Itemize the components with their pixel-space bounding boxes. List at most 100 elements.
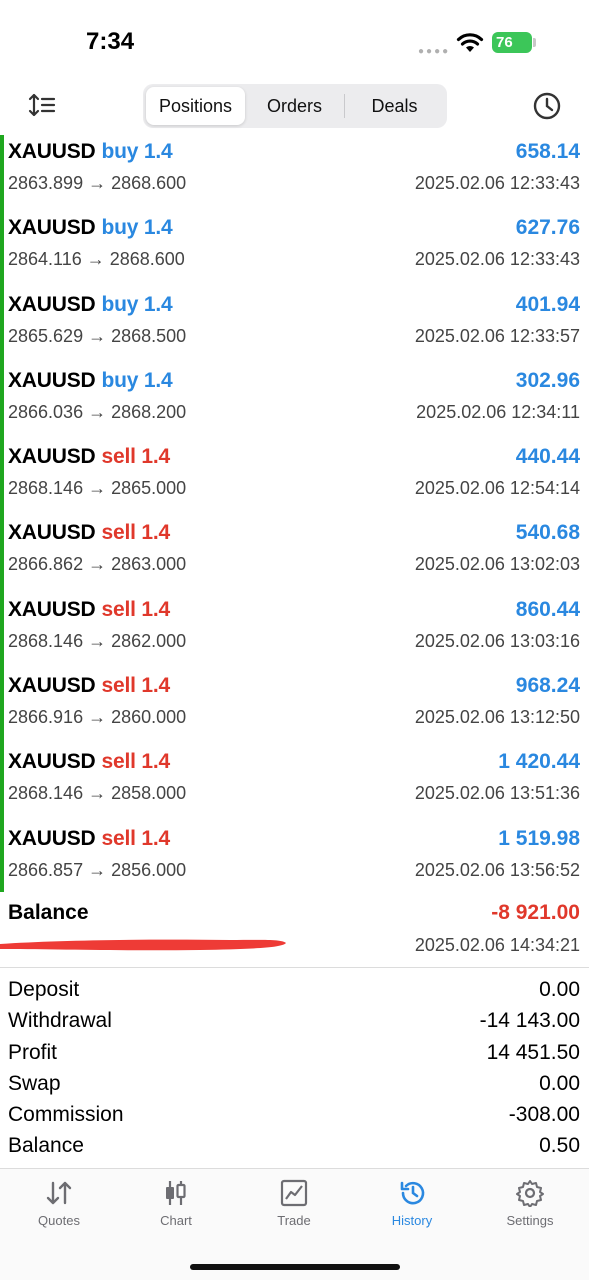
deal-prices: 2866.857 → 2856.000 (8, 859, 187, 880)
tab-deals[interactable]: Deals (345, 87, 444, 125)
summary-value: 0.00 (539, 1071, 580, 1095)
status-bar: 7:34 ●●●● 76 (0, 0, 589, 80)
home-indicator (190, 1264, 400, 1270)
deal-prices: 2868.146 → 2858.000 (8, 783, 187, 804)
deal-symbol-text: XAUUSD (8, 674, 96, 698)
tab-history-label: History (391, 1213, 433, 1228)
deal-symbol: XAUUSD buy 1.4 (8, 293, 173, 317)
summary-row: Deposit 0.00 (0, 975, 589, 1006)
tab-quotes-label: Quotes (38, 1213, 80, 1228)
deal-row[interactable]: XAUUSD sell 1.4 2866.862 → 2863.000 540.68 2… (0, 516, 589, 592)
deal-profit: 401.94 (515, 292, 580, 316)
deal-row[interactable]: XAUUSD sell 1.4 2866.916 → 2860.000 968.24 2… (0, 669, 589, 745)
deal-profit: 1 519.98 (498, 826, 580, 850)
deal-date: 2025.02.06 12:33:57 (414, 325, 580, 346)
wifi-icon (456, 33, 484, 52)
deal-profit: 968.24 (515, 674, 580, 698)
tab-chart-label: Chart (160, 1213, 192, 1228)
deal-profit: 302.96 (515, 368, 580, 392)
battery-level: 76 (496, 34, 513, 51)
balance-entry-label: Balance (8, 901, 89, 924)
deal-row[interactable]: XAUUSD sell 1.4 2868.146 → 2865.000 440.44 2… (0, 440, 589, 516)
deal-profit: 440.44 (515, 445, 580, 469)
tab-orders[interactable]: Orders (245, 87, 344, 125)
summary-value: -14 143.00 (479, 1009, 580, 1033)
balance-entry-value: -8 921.00 (491, 901, 580, 924)
deal-date: 2025.02.06 13:56:52 (414, 859, 580, 880)
deal-row[interactable]: XAUUSD buy 1.4 2866.036 → 2868.200 302.96 20… (0, 364, 589, 440)
deal-prices: 2866.036 → 2868.200 (8, 401, 187, 422)
summary-value: -308.00 (508, 1103, 580, 1127)
deal-row[interactable]: XAUUSD sell 1.4 2868.146 → 2862.000 860.44 2… (0, 593, 589, 669)
tab-history[interactable]: History (362, 1179, 462, 1239)
history-icon (400, 1181, 425, 1205)
deal-symbol-text: XAUUSD (8, 445, 96, 469)
deal-profit: 860.44 (515, 597, 580, 621)
deal-symbol-text: XAUUSD (8, 750, 96, 774)
deal-row[interactable]: XAUUSD sell 1.4 2866.857 → 2856.000 1 519.9… (0, 822, 589, 898)
deal-date: 2025.02.06 12:33:43 (414, 249, 580, 270)
battery-cap (533, 38, 536, 47)
deal-row[interactable]: XAUUSD buy 1.4 2865.629 → 2868.500 401.94 20… (0, 288, 589, 364)
deal-row[interactable]: XAUUSD buy 1.4 2864.116 → 2868.600 627.76 20… (0, 211, 589, 287)
summary-row: Commission -308.00 (0, 1100, 589, 1131)
summary-label: Deposit (8, 978, 80, 1001)
deal-symbol-text: XAUUSD (8, 140, 96, 163)
deal-symbol: XAUUSD sell 1.4 (8, 598, 170, 622)
tab-trade-label: Trade (277, 1213, 311, 1228)
deal-profit: 1 420.44 (498, 750, 580, 774)
deal-date: 2025.02.06 12:54:14 (414, 478, 580, 499)
balance-entry-date: 2025.02.06 14:34:21 (414, 935, 580, 955)
sort-icon[interactable] (28, 92, 58, 118)
tab-settings[interactable]: Settings (480, 1179, 580, 1239)
divider (0, 967, 589, 968)
deal-date: 2025.02.06 13:02:03 (414, 554, 580, 575)
deal-symbol-text: XAUUSD (8, 826, 96, 850)
deal-prices: 2864.116 → 2868.600 (8, 249, 185, 270)
deals-list: XAUUSD buy 1.4 2863.899 → 2868.600 658.14 20… (0, 135, 589, 898)
summary-row: Balance 0.50 (0, 1131, 589, 1162)
deal-prices: 2866.862 → 2863.000 (8, 554, 187, 575)
summary-value: 14 451.50 (486, 1040, 580, 1064)
summary-value: 0.50 (539, 1134, 580, 1158)
deal-symbol: XAUUSD sell 1.4 (8, 445, 170, 469)
tab-chart[interactable]: Chart (126, 1179, 226, 1239)
deal-symbol-text: XAUUSD (8, 597, 96, 621)
summary-row: Swap 0.00 (0, 1069, 589, 1100)
deal-row[interactable]: XAUUSD buy 1.4 2863.899 → 2868.600 658.14 20… (0, 135, 589, 211)
trade-icon (280, 1179, 308, 1207)
signal-icon: ●●●● (418, 46, 451, 57)
deal-row[interactable]: XAUUSD sell 1.4 2868.146 → 2858.000 1 420.4… (0, 745, 589, 821)
deal-side: sell 1.4 (101, 674, 170, 698)
clock-icon[interactable] (532, 91, 562, 121)
deal-prices: 2863.899 → 2868.600 (8, 173, 187, 193)
settings-icon (516, 1180, 544, 1207)
tab-trade[interactable]: Trade (244, 1179, 344, 1239)
tab-settings-label: Settings (506, 1213, 554, 1228)
deal-side: buy 1.4 (101, 216, 173, 240)
deal-prices: 2868.146 → 2865.000 (8, 478, 187, 499)
summary-value: 0.00 (539, 978, 580, 1001)
top-toolbar: Positions Orders Deals (0, 80, 589, 132)
deal-side: buy 1.4 (101, 368, 173, 392)
deal-side: sell 1.4 (101, 826, 170, 850)
deal-symbol: XAUUSD sell 1.4 (8, 674, 170, 698)
summary-label: Withdrawal (8, 1009, 112, 1033)
deal-prices: 2865.629 → 2868.500 (8, 325, 187, 346)
summary-label: Commission (8, 1103, 124, 1127)
deal-symbol: XAUUSD sell 1.4 (8, 750, 170, 774)
deal-prices: 2868.146 → 2862.000 (8, 630, 187, 651)
deal-profit: 658.14 (515, 140, 580, 163)
deal-side: sell 1.4 (101, 750, 170, 774)
deal-symbol-text: XAUUSD (8, 368, 96, 392)
deal-date: 2025.02.06 13:03:16 (414, 630, 580, 651)
tab-positions[interactable]: Positions (146, 87, 245, 125)
tab-quotes[interactable]: Quotes (9, 1179, 109, 1239)
deal-side: sell 1.4 (101, 445, 170, 469)
deal-date: 2025.02.06 12:34:11 (416, 401, 580, 422)
summary-label: Balance (8, 1134, 84, 1158)
deal-symbol: XAUUSD buy 1.4 (8, 368, 173, 393)
quotes-icon (46, 1181, 72, 1205)
status-time: 7:34 (86, 28, 135, 55)
deal-symbol: XAUUSD buy 1.4 (8, 216, 173, 240)
